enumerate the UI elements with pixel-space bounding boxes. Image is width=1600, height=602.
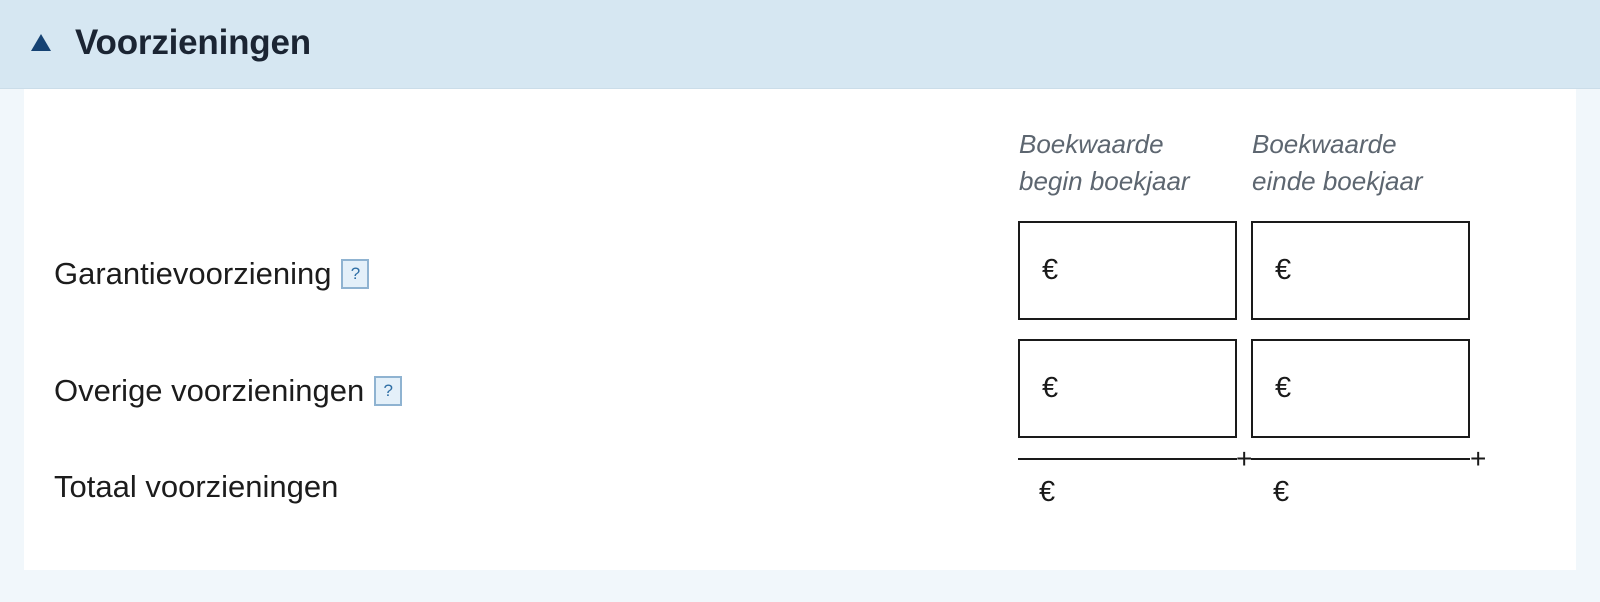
overige-voorzieningen-begin-field[interactable]: € xyxy=(1018,339,1237,438)
section-header[interactable]: Voorzieningen xyxy=(0,0,1600,89)
overige-voorzieningen-begin-input[interactable] xyxy=(1066,372,1217,405)
row-label-totaal: Totaal voorzieningen xyxy=(54,469,339,504)
sum-divider-begin xyxy=(1018,458,1237,460)
column-header-begin-line2: begin boekjaar xyxy=(1019,166,1190,196)
overige-voorzieningen-end-input[interactable] xyxy=(1299,372,1450,405)
garantievoorziening-end-field[interactable]: € xyxy=(1251,221,1470,320)
help-icon[interactable]: ? xyxy=(341,259,370,289)
column-header-end-line1: Boekwaarde xyxy=(1252,129,1397,159)
plus-icon: + xyxy=(1236,443,1253,474)
garantievoorziening-begin-input[interactable] xyxy=(1066,254,1217,287)
column-header-begin-line1: Boekwaarde xyxy=(1019,129,1164,159)
total-end-value: € xyxy=(1273,476,1289,509)
row-label-overige-voorzieningen: Overige voorzieningen ? xyxy=(54,371,403,411)
section-title: Voorzieningen xyxy=(75,23,311,62)
garantievoorziening-end-input[interactable] xyxy=(1299,254,1450,287)
garantievoorziening-begin-field[interactable]: € xyxy=(1018,221,1237,320)
row-label-garantievoorziening: Garantievoorziening ? xyxy=(54,254,370,294)
sum-divider-end xyxy=(1251,458,1470,460)
euro-icon: € xyxy=(1042,372,1059,404)
euro-icon: € xyxy=(1039,476,1056,508)
total-begin-value: € xyxy=(1039,476,1055,509)
row-label-text: Garantievoorziening xyxy=(54,256,332,291)
overige-voorzieningen-end-field[interactable]: € xyxy=(1251,339,1470,438)
help-icon[interactable]: ? xyxy=(374,376,403,406)
column-header-end: Boekwaarde einde boekjaar xyxy=(1252,126,1423,200)
euro-icon: € xyxy=(1275,372,1292,404)
column-header-end-line2: einde boekjaar xyxy=(1252,166,1423,196)
euro-icon: € xyxy=(1273,476,1290,508)
euro-icon: € xyxy=(1042,254,1059,286)
plus-icon: + xyxy=(1470,443,1487,474)
triangle-up-icon[interactable] xyxy=(31,34,51,51)
euro-icon: € xyxy=(1275,254,1292,286)
row-label-text: Overige voorzieningen xyxy=(54,373,365,408)
column-header-begin: Boekwaarde begin boekjaar xyxy=(1019,126,1190,200)
